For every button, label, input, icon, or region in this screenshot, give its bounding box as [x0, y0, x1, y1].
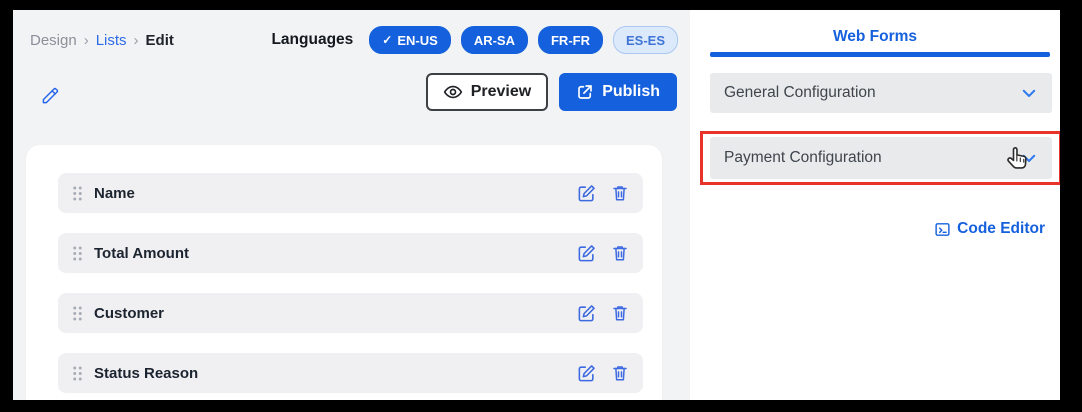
edit-icon — [577, 244, 596, 263]
pencil-icon — [41, 86, 60, 105]
field-label: Customer — [94, 305, 577, 322]
form-editor-area: Design › Lists › Edit Languages ✓ EN-US … — [13, 10, 690, 400]
field-label: Name — [94, 185, 577, 202]
trash-icon — [611, 364, 629, 382]
chevron-down-icon[interactable] — [1020, 149, 1038, 167]
edit-field-button[interactable] — [577, 364, 596, 383]
eye-icon — [443, 82, 463, 102]
preview-button-label: Preview — [471, 83, 531, 101]
publish-icon — [576, 83, 594, 101]
language-badge-label: ES-ES — [626, 33, 665, 48]
field-label: Total Amount — [94, 245, 577, 262]
header-bar: Design › Lists › Edit Languages ✓ EN-US … — [13, 10, 690, 54]
app-window: Design › Lists › Edit Languages ✓ EN-US … — [13, 10, 1060, 400]
code-editor-icon — [934, 221, 951, 238]
field-row-name: Name — [58, 173, 643, 213]
delete-field-button[interactable] — [611, 244, 629, 262]
drag-handle-icon[interactable] — [72, 185, 83, 202]
breadcrumb: Design › Lists › Edit — [30, 32, 271, 49]
edit-icon — [577, 364, 596, 383]
edit-icon — [577, 304, 596, 323]
preview-button[interactable]: Preview — [426, 73, 548, 111]
breadcrumb-lists[interactable]: Lists — [96, 32, 127, 49]
toolbar: Preview Publish — [426, 73, 677, 111]
code-editor-label: Code Editor — [957, 220, 1045, 238]
edit-icon — [577, 184, 596, 203]
breadcrumb-separator: › — [134, 32, 139, 49]
field-row-status-reason: Status Reason — [58, 353, 643, 393]
trash-icon — [611, 244, 629, 262]
publish-button[interactable]: Publish — [559, 73, 677, 111]
section-label: General Configuration — [724, 84, 876, 102]
payment-configuration-highlight: Payment Configuration — [700, 131, 1060, 185]
breadcrumb-separator: › — [84, 32, 89, 49]
form-fields-card: Name — [26, 145, 662, 400]
web-forms-panel: Web Forms General Configuration Payment … — [690, 10, 1060, 400]
field-label: Status Reason — [94, 365, 577, 382]
panel-title: Web Forms — [690, 28, 1060, 46]
language-badge-label: AR-SA — [474, 33, 515, 48]
language-badge-es-es[interactable]: ES-ES — [613, 26, 678, 54]
code-editor-link[interactable]: Code Editor — [934, 220, 1045, 238]
delete-field-button[interactable] — [611, 304, 629, 322]
language-badge-label: EN-US — [397, 33, 437, 48]
drag-handle-icon[interactable] — [72, 305, 83, 322]
drag-handle-icon[interactable] — [72, 365, 83, 382]
edit-field-button[interactable] — [577, 184, 596, 203]
publish-button-label: Publish — [602, 83, 660, 101]
edit-field-button[interactable] — [577, 244, 596, 263]
language-badge-label: FR-FR — [551, 33, 590, 48]
check-icon: ✓ — [382, 33, 392, 47]
edit-field-button[interactable] — [577, 304, 596, 323]
field-row-customer: Customer — [58, 293, 643, 333]
trash-icon — [611, 304, 629, 322]
panel-title-underline — [710, 52, 1050, 57]
section-payment-configuration[interactable]: Payment Configuration — [710, 137, 1052, 179]
section-label: Payment Configuration — [724, 149, 882, 167]
language-selector: Languages ✓ EN-US AR-SA FR-FR ES-ES — [271, 26, 678, 54]
breadcrumb-edit: Edit — [146, 32, 174, 49]
breadcrumb-design[interactable]: Design — [30, 32, 77, 49]
field-row-total-amount: Total Amount — [58, 233, 643, 273]
language-badge-en-us[interactable]: ✓ EN-US — [369, 26, 451, 54]
trash-icon — [611, 184, 629, 202]
drag-handle-icon[interactable] — [72, 245, 83, 262]
section-general-configuration[interactable]: General Configuration — [710, 73, 1052, 113]
edit-title-button[interactable] — [41, 86, 60, 105]
chevron-down-icon[interactable] — [1020, 84, 1038, 102]
language-badge-ar-sa[interactable]: AR-SA — [461, 26, 528, 54]
delete-field-button[interactable] — [611, 184, 629, 202]
language-badge-fr-fr[interactable]: FR-FR — [538, 26, 603, 54]
languages-label: Languages — [271, 31, 353, 49]
delete-field-button[interactable] — [611, 364, 629, 382]
